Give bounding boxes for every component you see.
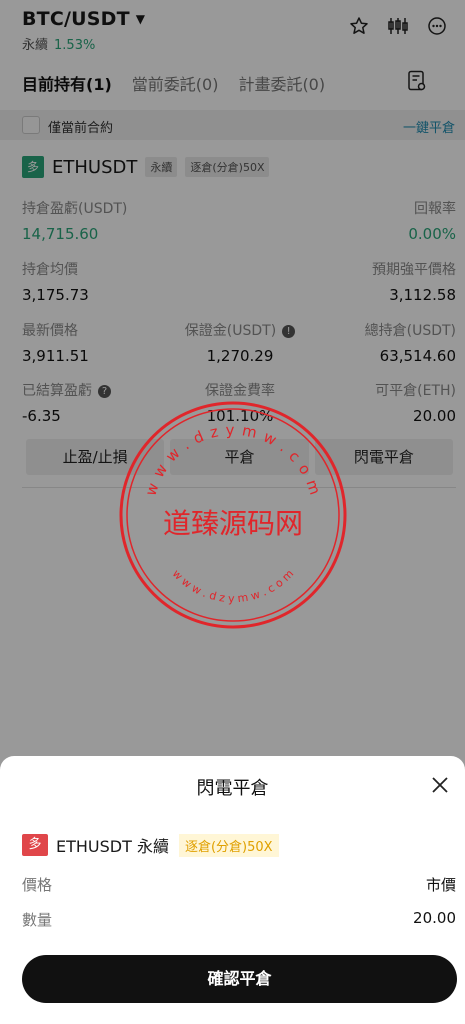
confirm-close-button[interactable]: 確認平倉 [22,955,457,1003]
price-label: 價格 [22,876,53,894]
seal-ring-bottom: w w w . d z y m w . c o m [170,567,297,605]
price-value: 市價 [425,876,456,894]
qty-value: 20.00 [413,909,456,927]
seal-ring-top: w w w . d z y m w . c o m [142,421,324,498]
close-icon[interactable] [429,774,451,800]
qty-label: 數量 [22,911,53,929]
margin-mode-tag: 逐倉(分倉)50X [178,833,279,857]
qty-row: 數量 20.00 [22,909,456,930]
svg-text:w w w . d z y m w . c o m: w w w . d z y m w . c o m [170,567,297,605]
flash-close-sheet: 閃電平倉 多 ETHUSDT 永續 逐倉(分倉)50X 價格 市價 數量 20.… [0,756,465,1024]
product-name: ETHUSDT 永續 [56,837,169,856]
sheet-title: 閃電平倉 [196,778,269,799]
long-tag: 多 [22,834,48,856]
sheet-product: 多 ETHUSDT 永續 逐倉(分倉)50X [22,833,279,857]
watermark-seal: w w w . d z y m w . c o m w w w . d z y … [118,400,348,630]
price-row: 價格 市價 [22,874,456,895]
svg-text:w w w . d z y m w . c o m: w w w . d z y m w . c o m [142,421,325,498]
seal-text: 道臻源码网 [163,507,303,540]
